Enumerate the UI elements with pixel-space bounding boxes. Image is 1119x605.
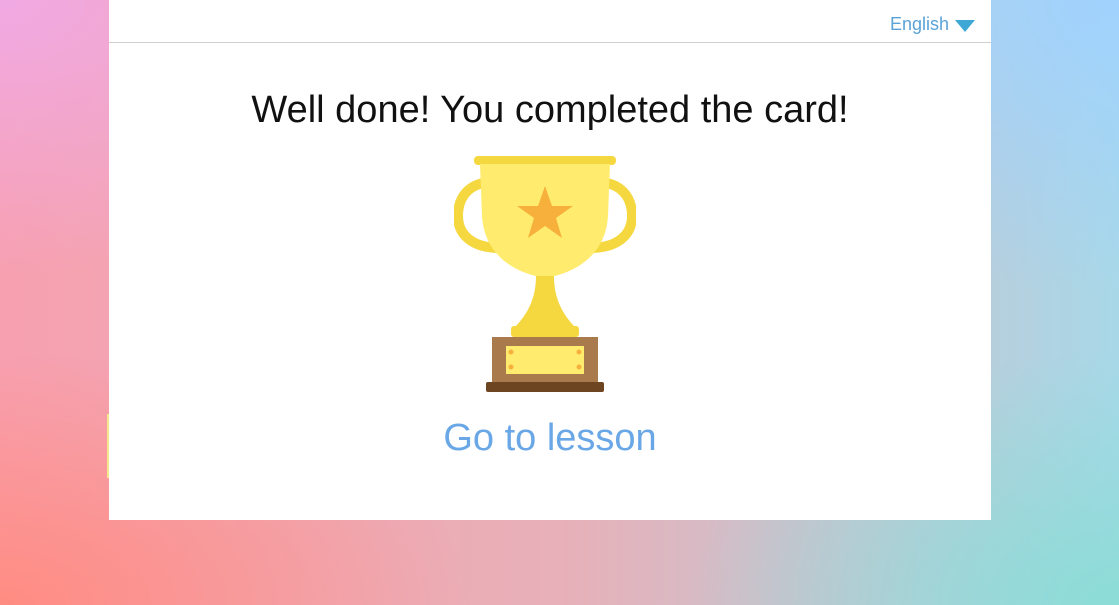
completion-message: Well done! You completed the card! (251, 89, 849, 131)
language-label: English (889, 14, 949, 34)
trophy-foot (486, 382, 604, 392)
cta-container: Go to lesson (109, 414, 991, 462)
language-selector[interactable]: English (890, 13, 975, 35)
trophy-icon (454, 156, 636, 392)
trophy-plaque (506, 346, 584, 374)
trophy-collar (511, 326, 579, 337)
trophy-stem (514, 276, 576, 328)
trophy-rim (474, 156, 616, 165)
completion-card: English Well done! You completed the car… (109, 0, 991, 520)
go-to-lesson-link[interactable]: Go to lesson (443, 417, 656, 459)
top-bar: English (109, 0, 991, 43)
chevron-down-icon (955, 19, 975, 32)
